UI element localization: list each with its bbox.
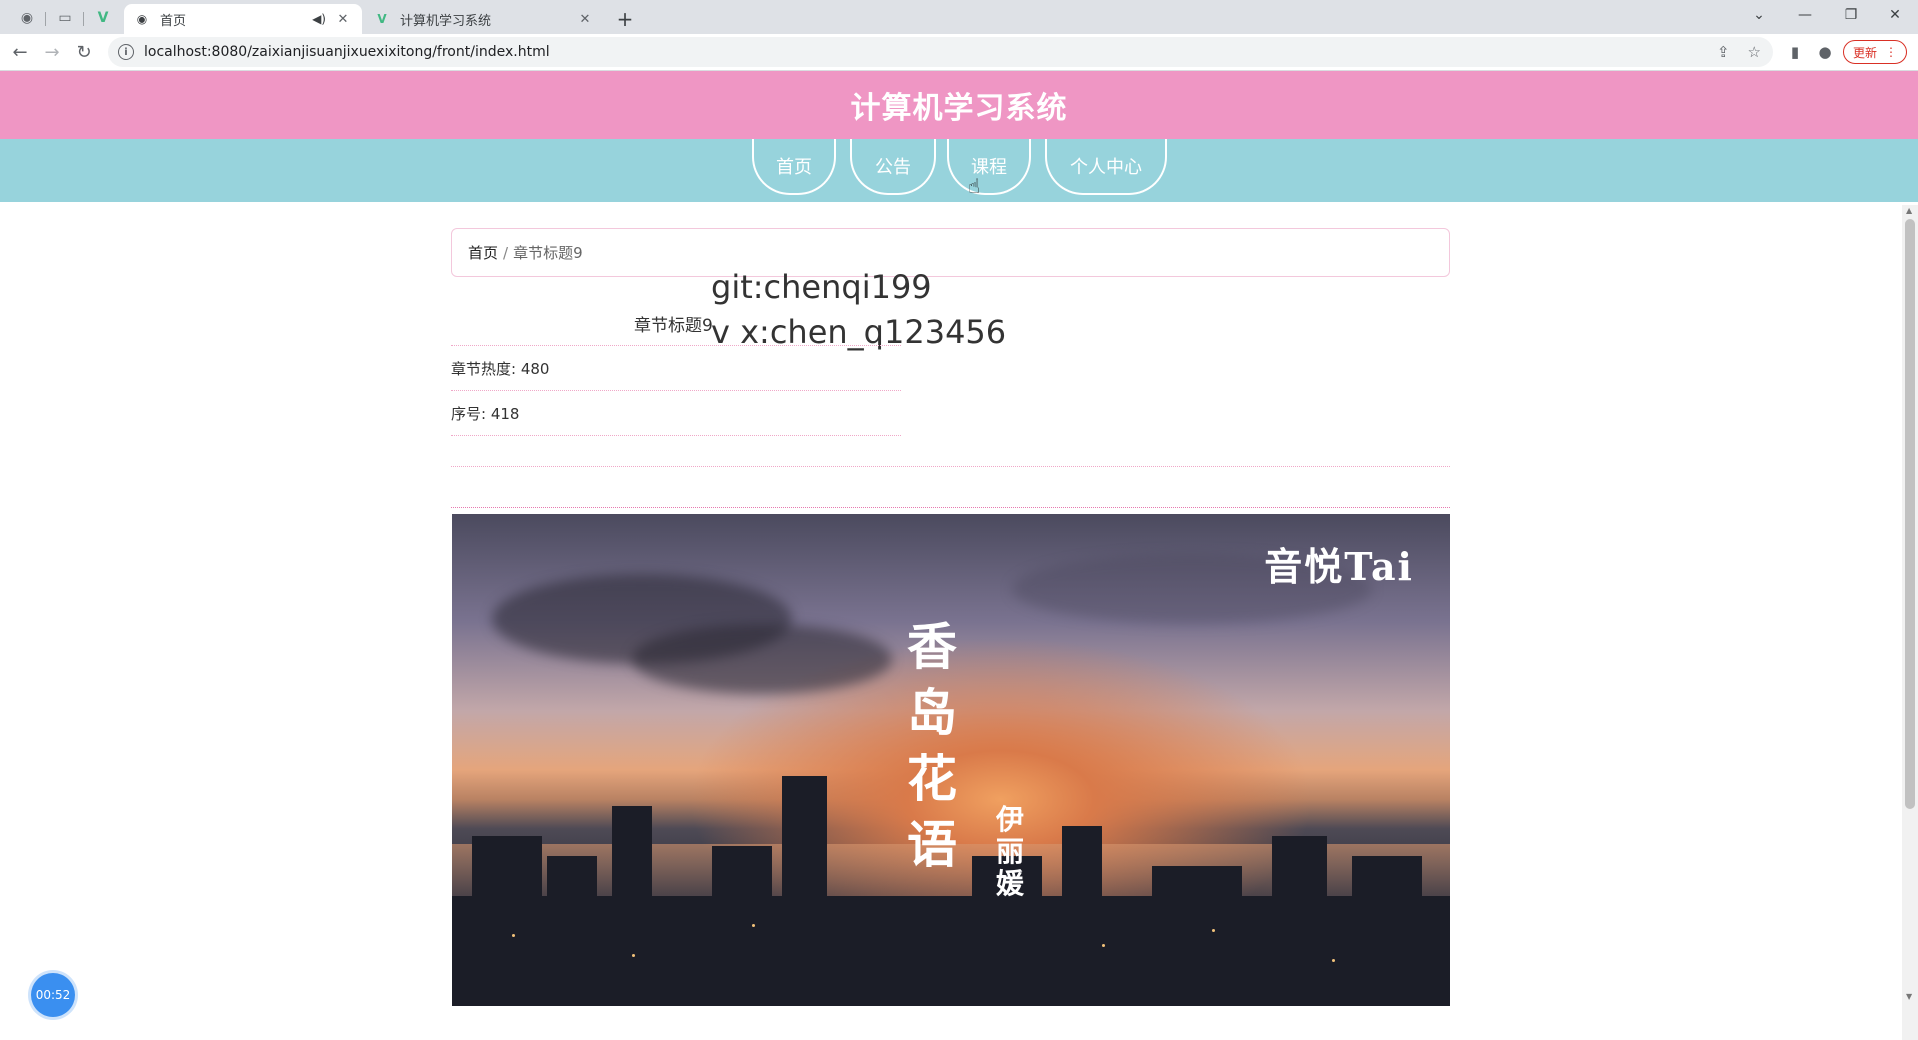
profile-avatar-icon[interactable]: ●	[1813, 40, 1837, 64]
tab-title: 计算机学习系统	[400, 13, 492, 29]
divider	[451, 466, 1450, 467]
divider	[451, 390, 901, 391]
video-singer-char: 丽	[995, 835, 1024, 868]
close-window-button[interactable]: ✕	[1872, 0, 1918, 30]
video-player[interactable]: 音悦Tai 香 岛 花 语 伊 丽 媛	[452, 514, 1450, 1006]
minimize-button[interactable]: —	[1782, 0, 1828, 30]
building-shape	[782, 776, 827, 1006]
bookmark-star-icon[interactable]: ☆	[1748, 43, 1761, 61]
new-tab-button[interactable]: +	[612, 6, 638, 32]
globe-icon: ◉	[136, 12, 148, 26]
update-label: 更新	[1852, 45, 1877, 60]
city-light	[1102, 944, 1105, 947]
browser-toolbar: ← → ↻ i localhost:8080/zaixianjisuanjixu…	[0, 34, 1918, 71]
tab-title: 首页	[160, 13, 187, 29]
city-light	[752, 924, 755, 927]
tab-search-icon[interactable]: ⌄	[1736, 0, 1782, 30]
pinned-tab-globe-icon[interactable]: ◉	[8, 4, 46, 32]
building-shape	[1352, 856, 1422, 1006]
site-info-icon[interactable]: i	[118, 44, 134, 60]
cloud-shape	[632, 624, 892, 694]
nav-notice[interactable]: 公告	[850, 139, 936, 195]
site-title: 计算机学习系统	[850, 91, 1068, 126]
building-shape	[1272, 836, 1327, 1006]
building-shape	[472, 836, 542, 1006]
chapter-heat: 章节热度: 480	[451, 360, 550, 378]
video-title: 香 岛 花 语	[902, 614, 962, 878]
forward-arrow-icon[interactable]: →	[38, 38, 66, 66]
recording-timer[interactable]: 00:52	[31, 973, 75, 1017]
divider	[451, 345, 901, 346]
more-menu-icon: ⋮	[1885, 45, 1897, 59]
back-arrow-icon[interactable]: ←	[6, 38, 34, 66]
video-title-char: 语	[907, 815, 957, 874]
browser-tab-strip: ◉ ▭ V ◉ 首页 ◀) ✕ V 计算机学习系统 ✕ + ⌄ — ❐ ✕	[0, 0, 1918, 34]
video-singer-char: 媛	[995, 867, 1024, 900]
close-tab-icon[interactable]: ✕	[334, 10, 352, 28]
building-shape	[712, 846, 772, 1006]
update-button[interactable]: 更新 ⋮	[1843, 40, 1907, 64]
video-singer: 伊 丽 媛	[992, 804, 1028, 900]
breadcrumb: 首页 / 章节标题9	[451, 228, 1450, 277]
close-tab-icon[interactable]: ✕	[576, 10, 594, 28]
building-shape	[1152, 866, 1242, 1006]
scroll-down-arrow-icon[interactable]: ▼	[1906, 992, 1912, 1001]
nav-personal-center[interactable]: 个人中心	[1045, 139, 1167, 195]
restore-button[interactable]: ❐	[1828, 0, 1874, 30]
nav-course[interactable]: 课程	[947, 139, 1031, 195]
speaker-icon[interactable]: ◀)	[312, 12, 326, 26]
video-brand-logo: 音悦Tai	[1264, 544, 1414, 589]
url-text[interactable]: localhost:8080/zaixianjisuanjixuexixiton…	[144, 44, 550, 60]
site-nav: 首页 公告 课程 个人中心	[0, 139, 1918, 202]
address-bar[interactable]: i localhost:8080/zaixianjisuanjixuexixit…	[108, 37, 1773, 67]
vue-icon: V	[377, 12, 387, 26]
building-shape	[547, 856, 597, 1006]
pinned-tab-vue-icon[interactable]: V	[84, 4, 122, 32]
reload-icon[interactable]: ↻	[70, 38, 98, 66]
divider	[451, 435, 901, 436]
video-title-char: 香	[907, 617, 957, 676]
chapter-serial: 序号: 418	[451, 405, 520, 423]
scroll-up-arrow-icon[interactable]: ▲	[1906, 206, 1912, 215]
video-singer-char: 伊	[995, 803, 1024, 836]
city-light	[1332, 959, 1335, 962]
city-light	[1212, 929, 1215, 932]
city-light	[512, 934, 515, 937]
nav-home[interactable]: 首页	[752, 139, 836, 195]
building-shape	[1062, 826, 1102, 1006]
scrollbar-thumb[interactable]	[1905, 219, 1915, 809]
city-light	[632, 954, 635, 957]
breadcrumb-separator: /	[503, 243, 509, 262]
pinned-tab-blank-icon[interactable]: ▭	[46, 4, 84, 32]
chapter-title: 章节标题9	[634, 316, 713, 336]
video-title-char: 花	[907, 749, 957, 808]
side-panel-icon[interactable]: ▮	[1783, 40, 1807, 64]
tab-system[interactable]: V 计算机学习系统 ✕	[364, 4, 604, 34]
share-icon[interactable]: ⇪	[1717, 43, 1730, 61]
breadcrumb-current: 章节标题9	[513, 244, 583, 262]
breadcrumb-home[interactable]: 首页	[468, 242, 498, 263]
hand-cursor-icon: ☝	[968, 174, 981, 198]
tab-home[interactable]: ◉ 首页 ◀) ✕	[124, 4, 362, 34]
building-shape	[612, 806, 652, 1006]
divider	[451, 507, 1450, 508]
site-header: 计算机学习系统	[0, 71, 1918, 139]
video-title-char: 岛	[907, 683, 957, 742]
watermark-git: git:chenqi199	[711, 268, 932, 306]
